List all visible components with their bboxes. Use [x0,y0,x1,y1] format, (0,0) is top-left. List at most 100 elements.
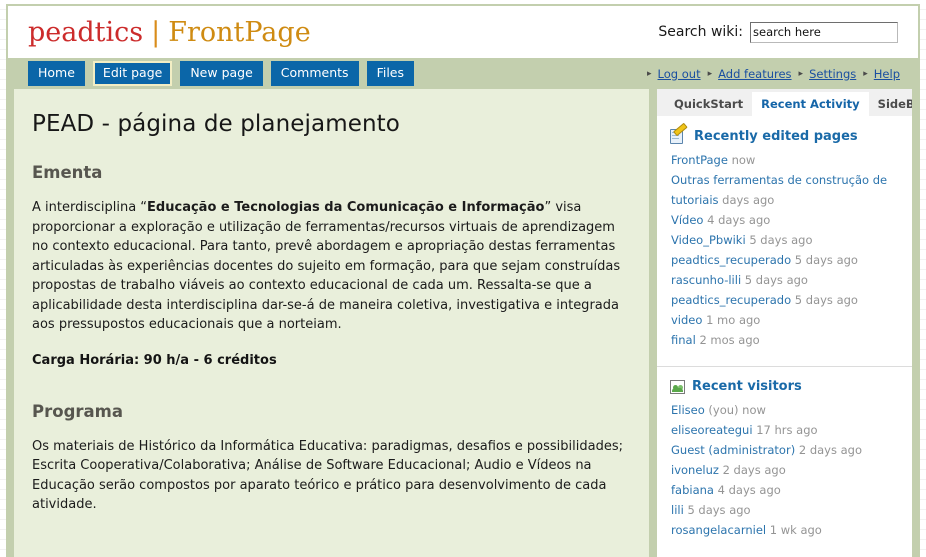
nav-tab-edit-page[interactable]: Edit page [92,61,173,86]
recent-visitors-title: Recent visitors [692,379,802,394]
bullet-icon: ▸ [798,68,804,79]
visitor-timestamp: 17 hrs ago [756,423,818,437]
section-heading-programa: Programa [32,401,123,421]
recent-visitors-block: Recent visitors Eliseo (you) now eliseor… [657,366,912,550]
visitor-link[interactable]: fabiana [671,483,714,497]
sidebar-tab-recent-activity[interactable]: Recent Activity [752,92,869,116]
list-item: eliseoreategui 17 hrs ago [671,420,912,440]
visitor-link[interactable]: Guest (administrator) [671,443,795,457]
list-item: video 1 mo ago [671,310,912,330]
recently-edited-pages-header: Recently edited pages [657,122,912,144]
current-page-name: FrontPage [168,16,311,48]
list-item: rascunho-lili 5 days ago [671,270,912,290]
sidebar: QuickStart Recent Activity SideBar Recen… [657,89,912,557]
list-item: ivoneluz 2 days ago [671,460,912,480]
link-add-features[interactable]: Add features [718,67,791,81]
visitor-link[interactable]: Eliseo [671,403,705,417]
visitor-link[interactable]: rosangelacarniel [671,523,766,537]
ementa-paragraph: A interdisciplina “Educação e Tecnologia… [32,198,627,335]
ementa-text-post: ” visa proporcionar a exploração e utili… [32,200,621,332]
page-link[interactable]: peadtics_recuperado [671,253,791,267]
list-item: FrontPage now [671,150,912,170]
bullet-icon: ▸ [707,68,713,79]
page-link[interactable]: rascunho-lili [671,273,741,287]
visitor-timestamp: 2 days ago [722,463,786,477]
list-item: Outras ferramentas de construção de tuto… [671,170,912,210]
visitor-timestamp: 1 wk ago [769,523,822,537]
link-log-out[interactable]: Log out [658,67,701,81]
list-item: lili 5 days ago [671,500,912,520]
page-timestamp: days ago [722,193,775,207]
search-input[interactable] [750,21,898,43]
nav-tab-home[interactable]: Home [28,61,85,86]
ementa-text-bold: Educação e Tecnologias da Comunicação e … [147,200,545,215]
recently-edited-pages-block: Recently edited pages FrontPage now Outr… [657,116,912,360]
search-area: Search wiki: [658,21,900,43]
page-link[interactable]: final [671,333,696,347]
page-timestamp: now [731,153,756,167]
sidebar-panel: Recently edited pages FrontPage now Outr… [657,116,912,557]
list-item: Video_Pbwiki 5 days ago [671,230,912,250]
page-timestamp: 5 days ago [744,273,808,287]
list-item: Guest (administrator) 2 days ago [671,440,912,460]
list-item: final 2 mos ago [671,330,912,350]
page-link[interactable]: Outras ferramentas de construção de tuto… [671,173,887,207]
title-separator: | [151,16,161,48]
search-label: Search wiki: [658,24,743,40]
nav-tab-new-page[interactable]: New page [180,61,263,86]
bullet-icon: ▸ [863,68,868,79]
visitor-link[interactable]: lili [671,503,684,517]
list-item: Eliseo (you) now [671,400,912,420]
programa-paragraph: Os materiais de Histórico da Informática… [32,438,623,513]
page-link[interactable]: Video_Pbwiki [671,233,746,247]
link-help[interactable]: Help [874,67,900,81]
page-timestamp: 5 days ago [749,233,813,247]
page-timestamp: 5 days ago [794,253,858,267]
sidebar-tab-quickstart[interactable]: QuickStart [665,92,752,116]
visitor-timestamp: (you) now [708,403,766,417]
list-item: rosangelacarniel 1 wk ago [671,520,912,540]
site-branding: peadtics | FrontPage [28,19,311,46]
section-heading-ementa: Ementa [32,163,103,182]
page-timestamp: 5 days ago [794,293,858,307]
recently-edited-pages-list: FrontPage now Outras ferramentas de cons… [657,150,912,350]
people-icon [670,379,685,394]
visitor-timestamp: 2 days ago [798,443,862,457]
page-title: PEAD - página de planejamento [32,111,400,137]
site-name[interactable]: peadtics [28,17,143,48]
visitor-link[interactable]: ivoneluz [671,463,719,477]
utility-links: ▸ Log out ▸ Add features ▸ Settings ▸ He… [643,67,906,81]
page-body: PEAD - página de planejamento Ementa A i… [6,89,920,557]
wiki-page-frame: peadtics|FrontPage Search wiki: Home Edi… [6,4,920,557]
list-item: peadtics_recuperado 5 days ago [671,290,912,310]
list-item: peadtics_recuperado 5 days ago [671,250,912,270]
nav-tab-group: Home Edit page New page Comments Files [28,61,414,86]
ementa-text-pre: A interdisciplina “ [32,200,148,215]
page-link[interactable]: Vídeo [671,213,703,227]
page-edit-icon [670,122,688,144]
link-settings[interactable]: Settings [809,67,856,81]
visitor-timestamp: 5 days ago [687,503,751,517]
bullet-icon: ▸ [647,68,652,79]
page-timestamp: 1 mo ago [706,313,761,327]
visitor-timestamp: 4 days ago [717,483,781,497]
sidebar-tab-group: QuickStart Recent Activity SideBar [657,89,912,116]
recently-edited-pages-title: Recently edited pages [694,128,858,144]
page-link[interactable]: FrontPage [671,153,728,167]
page-link[interactable]: video [671,313,702,327]
page-timestamp: 4 days ago [707,213,771,227]
list-item: Vídeo 4 days ago [671,210,912,230]
nav-tab-comments[interactable]: Comments [270,61,359,86]
recent-visitors-header: Recent visitors [657,379,912,394]
recent-visitors-list: Eliseo (you) now eliseoreategui 17 hrs a… [657,400,912,540]
carga-horaria-note: Carga Horária: 90 h/a - 6 créditos [32,352,277,368]
nav-tab-files[interactable]: Files [366,61,414,86]
sidebar-tab-sidebar[interactable]: SideBar [869,92,912,116]
site-header: peadtics | FrontPage Search wiki: [8,6,918,58]
list-item: fabiana 4 days ago [671,480,912,500]
page-timestamp: 2 mos ago [699,333,760,347]
main-content: PEAD - página de planejamento Ementa A i… [14,89,649,557]
visitor-link[interactable]: eliseoreategui [671,423,753,437]
page-link[interactable]: peadtics_recuperado [671,293,791,307]
navigation-bar: Home Edit page New page Comments Files ▸… [6,58,920,89]
